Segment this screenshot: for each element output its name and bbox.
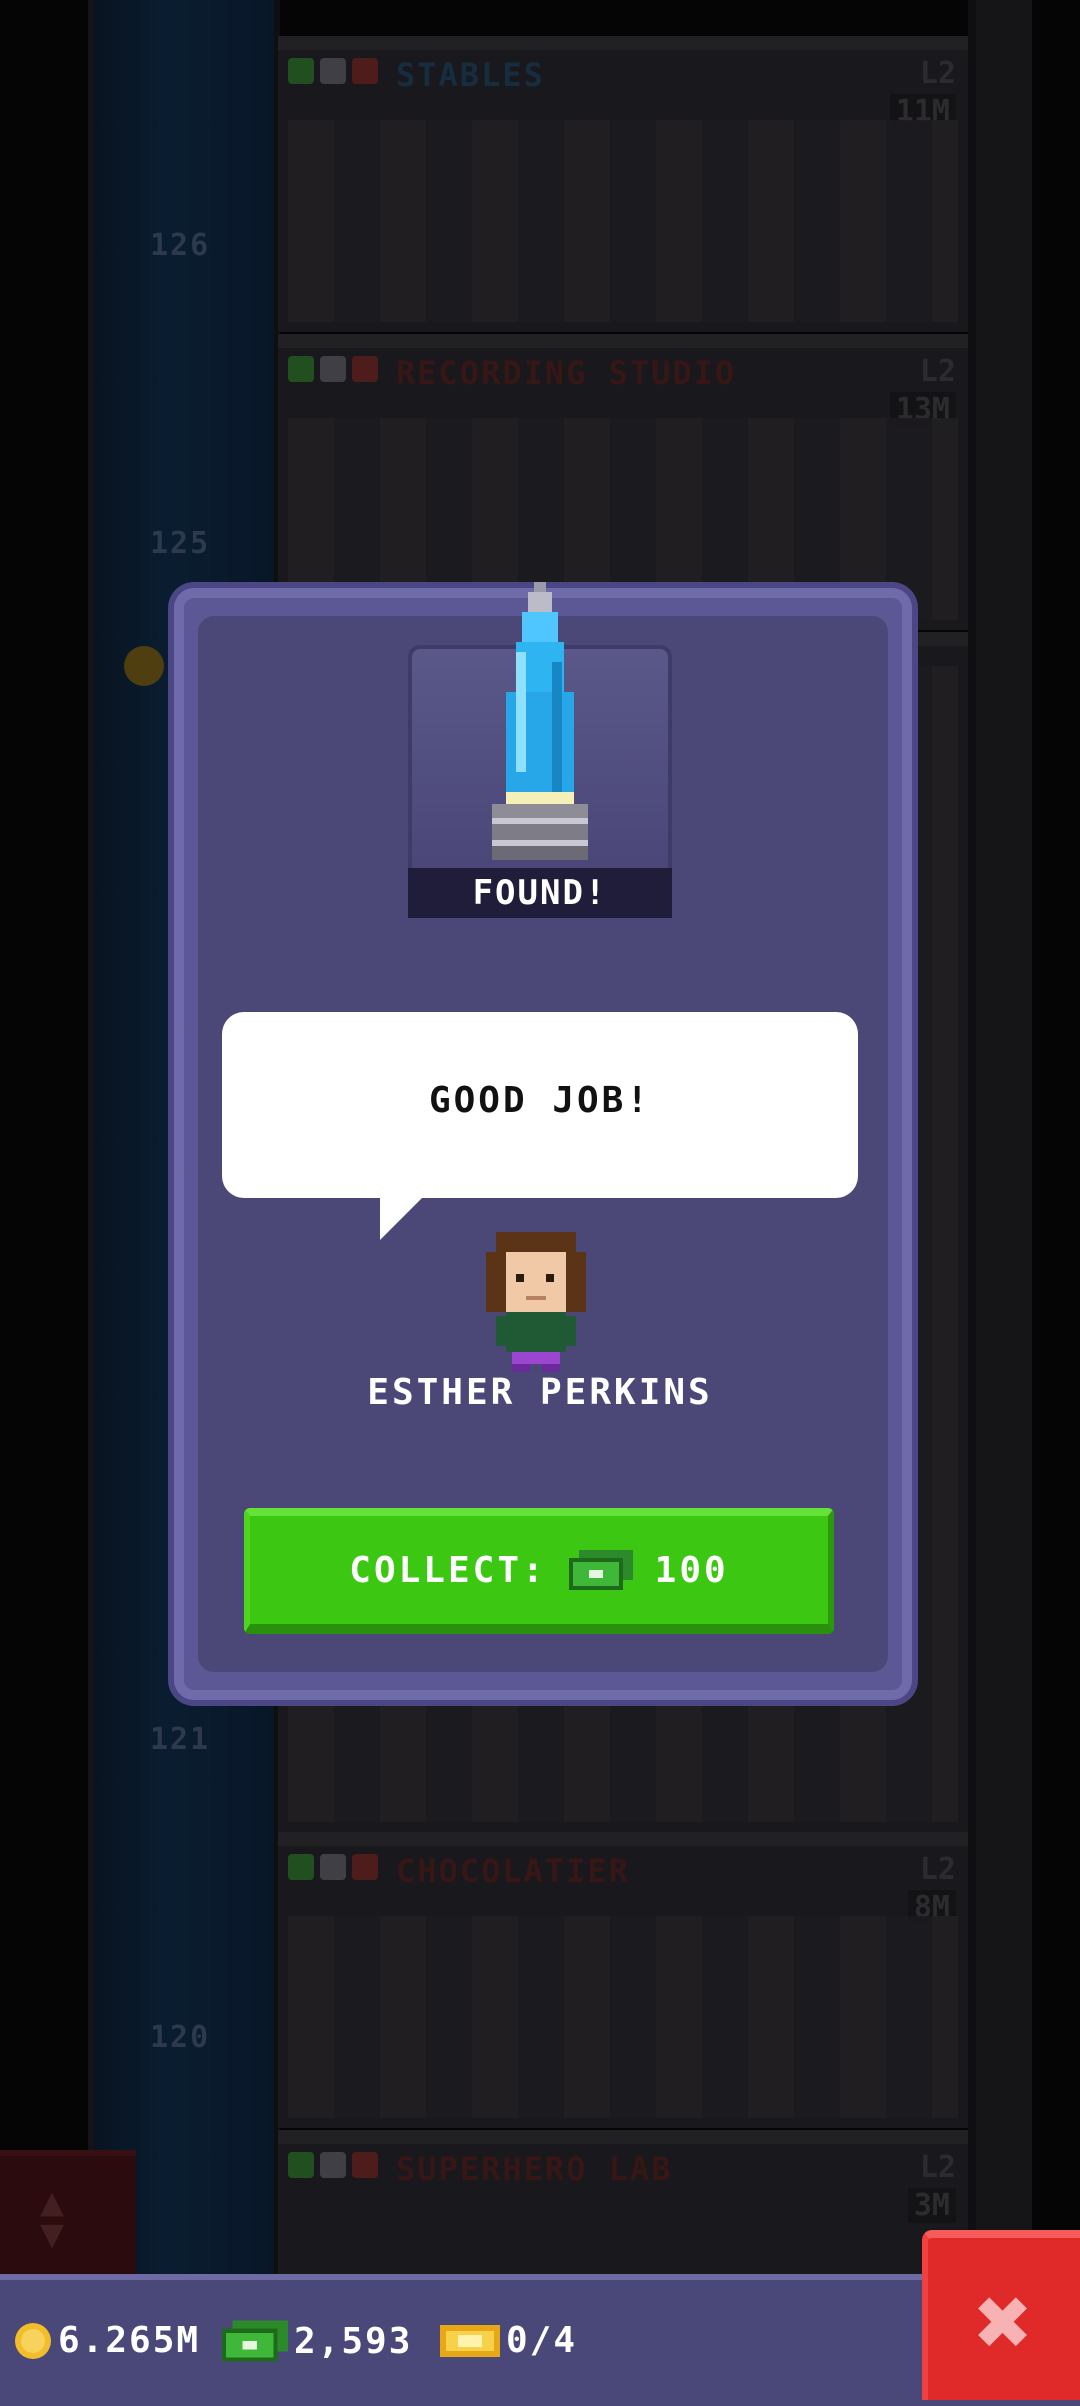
ticket-icon [440,2324,500,2357]
close-button[interactable]: ✖ [922,2230,1080,2400]
collect-reward-button[interactable]: COLLECT: 100 [244,1508,834,1634]
coins-value: 6.265M [58,2320,201,2361]
found-label: FOUND! [408,868,672,918]
bitizen-avatar [486,1232,586,1372]
tickets-stat[interactable]: 0/4 [440,2320,577,2361]
lava-lamp-icon [492,582,588,860]
speech-text: GOOD JOB! [428,1080,652,1121]
cash-icon [568,1550,633,1590]
cash-icon [222,2320,288,2362]
coins-stat[interactable]: 6.265M [14,2320,200,2361]
close-icon: ✖ [975,2266,1033,2378]
resource-bar: 6.265M 2,593 0/4 [0,2274,1080,2406]
cash-value: 2,593 [294,2320,413,2362]
tickets-value: 0/4 [506,2320,578,2361]
collect-amount: 100 [654,1549,729,1591]
cash-stat[interactable]: 2,593 [222,2320,412,2362]
collect-label: COLLECT: [349,1549,547,1591]
character-name: ESTHER PERKINS [367,1372,713,1413]
coin-icon [15,2322,51,2359]
speech-bubble-tail [380,1194,426,1240]
